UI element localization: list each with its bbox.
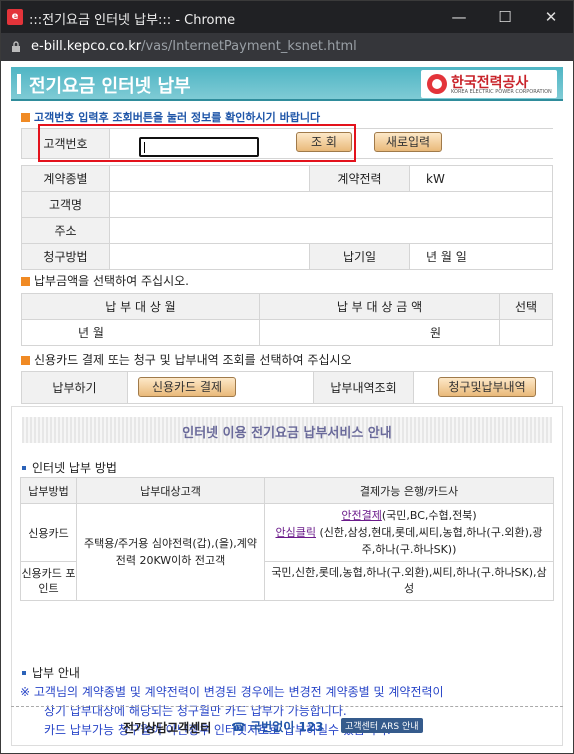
point-bank-list: 국민,신한,롯데,농협,하나(구.외환),씨티,하나(구.하나SK),삼성 [264, 561, 554, 601]
maximize-button[interactable]: ☐ [485, 5, 525, 29]
close-button[interactable]: ✕ [531, 5, 571, 29]
window-title: :::전기요금 인터넷 납부::: - Chrome [29, 13, 236, 28]
notice-line-1: ※ 고객님의 계약종별 및 계약전력이 변경된 경우에는 변경전 계약종별 및 … [20, 685, 444, 699]
guide-panel: 인터넷 이용 전기요금 납부서비스 안내 인터넷 납부 방법 납부방법 납부대상… [11, 406, 563, 746]
arrow-bullet-icon [21, 113, 30, 122]
browser-window: e :::전기요금 인터넷 납부::: - Chrome — ☐ ✕ e-bil… [0, 0, 574, 754]
page-header: 전기요금 인터넷 납부 한국전력공사 KOREA ELECTRIC POWER … [11, 67, 563, 101]
col-target: 납부대상고객 [76, 477, 265, 504]
title-bar: e :::전기요금 인터넷 납부::: - Chrome — ☐ ✕ [1, 1, 573, 33]
amount-row-select[interactable] [499, 319, 553, 346]
col-amount-header: 납 부 대 상 금 액 [259, 293, 500, 320]
billing-method-value [109, 243, 310, 270]
billing-history-button[interactable]: 청구및납부내역 [438, 377, 536, 397]
kepco-logo-icon [427, 74, 447, 94]
address-label: 주소 [21, 217, 110, 244]
amount-section-title: 납부금액을 선택하여 주십시오. [21, 272, 189, 289]
due-date-label: 납기일 [309, 243, 410, 270]
amount-row-month: 년 월 [21, 319, 260, 346]
contract-power-value: kW [409, 165, 553, 192]
method-table: 납부방법 납부대상고객 결제가능 은행/카드사 신용카드 주택용/주거용 심야전… [20, 477, 554, 601]
contract-type-label: 계약종별 [21, 165, 110, 192]
customer-name-label: 고객명 [21, 191, 110, 218]
lock-icon [12, 41, 20, 52]
isp-click-link[interactable]: 안심클릭 [276, 526, 316, 539]
history-label: 납부내역조회 [313, 371, 414, 404]
arrow-bullet-icon [21, 356, 30, 365]
address-value [109, 217, 553, 244]
col-month-header: 납 부 대 상 월 [21, 293, 260, 320]
arrow-bullet-icon [21, 277, 30, 286]
footer: 전기상담고객센터 ☎ 국번없이 123 고객센터 ARS 안내 [11, 706, 563, 746]
amount-row-amount: 원 [259, 319, 500, 346]
call-center-label: 전기상담고객센터 [123, 721, 212, 735]
phone-number: ☎ 국번없이 123 [231, 720, 324, 734]
amount-table: 납 부 대 상 월 납 부 대 상 금 액 선택 년 월 원 [21, 293, 553, 346]
credit-card-pay-button[interactable]: 신용카드 결제 [138, 377, 236, 397]
target-customers: 주택용/주거용 심야전력(갑),(을),계약전력 20KW이하 전고객 [76, 503, 265, 601]
guide-header: 인터넷 이용 전기요금 납부서비스 안내 [22, 417, 552, 443]
col-method: 납부방법 [20, 477, 77, 504]
pay-section-title: 신용카드 결제 또는 청구 및 납부내역 조회를 선택하여 주십시오 [21, 351, 352, 368]
contract-power-label: 계약전력 [309, 165, 410, 192]
billing-method-label: 청구방법 [21, 243, 110, 270]
method-credit-card: 신용카드 [20, 503, 77, 562]
kepco-logo: 한국전력공사 KOREA ELECTRIC POWER CORPORATION [421, 70, 557, 98]
card-bank-list: 안전결제(국민,BC,수협,전북) 안심클릭 (신한,삼성,현대,롯데,씨티,농… [264, 503, 554, 562]
minimize-button[interactable]: — [439, 5, 479, 29]
ars-info-button[interactable]: 고객센터 ARS 안내 [341, 718, 423, 733]
safe-pay-link[interactable]: 안전결제 [341, 509, 381, 522]
col-bank: 결제가능 은행/카드사 [264, 477, 554, 504]
col-select-header: 선택 [499, 293, 553, 320]
lookup-notice: 고객번호 입력후 조회버튼을 눌러 정보를 확인하시기 바랍니다 [21, 109, 320, 125]
notice-title: 납부 안내 [22, 664, 80, 681]
method-title: 인터넷 납부 방법 [22, 459, 117, 476]
due-date-value: 년 월 일 [409, 243, 553, 270]
url-text[interactable]: e-bill.kepco.co.kr/vas/InternetPayment_k… [31, 39, 357, 54]
customer-name-value [109, 191, 553, 218]
page-content: 전기요금 인터넷 납부 한국전력공사 KOREA ELECTRIC POWER … [1, 61, 573, 753]
reset-button[interactable]: 새로입력 [374, 132, 442, 152]
page-title: 전기요금 인터넷 납부 [29, 76, 191, 97]
pay-label: 납부하기 [21, 371, 128, 404]
address-bar[interactable]: e-bill.kepco.co.kr/vas/InternetPayment_k… [1, 33, 573, 61]
customer-info-table: 계약종별 계약전력 kW 고객명 주소 청구방법 납기일 년 월 일 [21, 165, 553, 270]
app-icon: e [7, 9, 23, 25]
method-card-point: 신용카드 포인트 [20, 561, 77, 601]
highlight-box [38, 124, 356, 162]
contract-type-value [109, 165, 310, 192]
